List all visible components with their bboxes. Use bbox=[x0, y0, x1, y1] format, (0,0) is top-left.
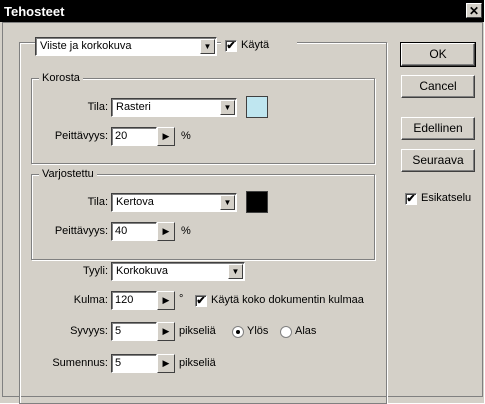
dialog-body: Viiste ja korkokuva ▼ ✔ Käytä Korosta Ti… bbox=[2, 22, 483, 404]
style-select[interactable]: Korkokuva ▼ bbox=[111, 262, 245, 281]
angle-label: Kulma: bbox=[73, 294, 108, 306]
highlight-opacity-input[interactable]: 20 bbox=[111, 127, 157, 146]
close-icon: ✕ bbox=[468, 4, 480, 18]
cancel-button[interactable]: Cancel bbox=[401, 75, 475, 98]
chevron-right-icon: ▶ bbox=[162, 326, 170, 336]
check-icon: ✔ bbox=[406, 193, 416, 205]
blur-input[interactable]: 5 bbox=[111, 354, 157, 373]
chevron-right-icon: ▶ bbox=[162, 358, 170, 368]
direction-down-label: Alas bbox=[295, 325, 317, 337]
enable-checkbox[interactable]: ✔ bbox=[225, 40, 237, 52]
check-icon: ✔ bbox=[226, 40, 236, 52]
chevron-down-icon: ▼ bbox=[200, 39, 215, 54]
highlight-opacity-stepper[interactable]: ▶ bbox=[157, 127, 175, 146]
effect-type-select[interactable]: Viiste ja korkokuva ▼ bbox=[35, 37, 217, 56]
ok-button[interactable]: OK bbox=[400, 42, 476, 67]
shadow-opacity-stepper[interactable]: ▶ bbox=[157, 222, 175, 241]
shadow-group bbox=[31, 174, 375, 260]
shadow-mode-select[interactable]: Kertova ▼ bbox=[111, 193, 237, 212]
shadow-opacity-input[interactable]: 40 bbox=[111, 222, 157, 241]
shadow-color-swatch[interactable] bbox=[246, 191, 268, 213]
shadow-opacity-label: Peittävyys: bbox=[54, 225, 108, 237]
preview-checkbox[interactable]: ✔ bbox=[405, 193, 417, 205]
direction-down-radio[interactable] bbox=[280, 326, 292, 338]
title-bar[interactable]: Tehosteet ✕ bbox=[0, 0, 484, 22]
direction-up-radio[interactable] bbox=[232, 326, 244, 338]
angle-stepper[interactable]: ▶ bbox=[157, 291, 175, 310]
angle-unit: ° bbox=[179, 293, 184, 305]
highlight-mode-select[interactable]: Rasteri ▼ bbox=[111, 98, 237, 117]
preview-label: Esikatselu bbox=[421, 192, 472, 204]
chevron-down-icon: ▼ bbox=[220, 195, 235, 210]
chevron-down-icon: ▼ bbox=[220, 100, 235, 115]
next-button[interactable]: Seuraava bbox=[401, 149, 475, 172]
highlight-color-swatch[interactable] bbox=[246, 96, 268, 118]
highlight-legend: Korosta bbox=[39, 72, 83, 84]
global-angle-label: Käytä koko dokumentin kulmaa bbox=[211, 294, 364, 306]
enable-label: Käytä bbox=[241, 39, 270, 51]
style-label: Tyyli: bbox=[82, 265, 108, 277]
chevron-right-icon: ▶ bbox=[162, 295, 170, 305]
shadow-mode-label: Tila: bbox=[87, 196, 108, 208]
chevron-right-icon: ▶ bbox=[162, 226, 170, 236]
chevron-right-icon: ▶ bbox=[162, 131, 170, 141]
global-angle-checkbox[interactable]: ✔ bbox=[195, 295, 207, 307]
chevron-down-icon: ▼ bbox=[228, 264, 243, 279]
depth-stepper[interactable]: ▶ bbox=[157, 322, 175, 341]
angle-input[interactable]: 120 bbox=[111, 291, 157, 310]
blur-unit: pikseliä bbox=[179, 357, 216, 369]
highlight-opacity-label: Peittävyys: bbox=[54, 130, 108, 142]
depth-label: Syvyys: bbox=[70, 325, 108, 337]
highlight-group bbox=[31, 78, 375, 164]
shadow-legend: Varjostettu bbox=[39, 168, 97, 180]
depth-input[interactable]: 5 bbox=[111, 322, 157, 341]
effects-dialog: Tehosteet ✕ Viiste ja korkokuva ▼ ✔ Käyt… bbox=[0, 0, 484, 404]
highlight-opacity-unit: % bbox=[181, 130, 191, 142]
direction-up-label: Ylös bbox=[247, 325, 269, 337]
close-button[interactable]: ✕ bbox=[466, 3, 482, 18]
dialog-title: Tehosteet bbox=[4, 4, 65, 19]
radio-selected-dot bbox=[236, 330, 240, 334]
highlight-mode-label: Tila: bbox=[87, 101, 108, 113]
depth-unit: pikseliä bbox=[179, 325, 216, 337]
blur-label: Sumennus: bbox=[52, 357, 108, 369]
blur-stepper[interactable]: ▶ bbox=[157, 354, 175, 373]
check-icon: ✔ bbox=[196, 295, 206, 307]
previous-button[interactable]: Edellinen bbox=[401, 117, 475, 140]
shadow-opacity-unit: % bbox=[181, 225, 191, 237]
